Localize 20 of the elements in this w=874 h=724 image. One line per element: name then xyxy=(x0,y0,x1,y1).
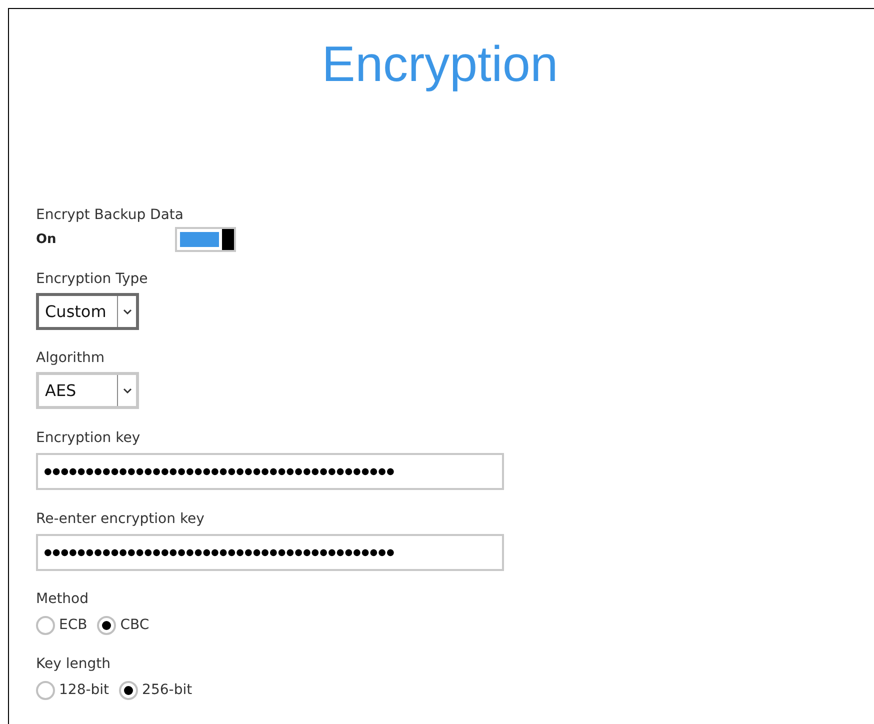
radio-option[interactable]: 256-bit xyxy=(119,680,192,701)
toggle-state-text: On xyxy=(36,230,58,249)
chevron-down-icon xyxy=(122,308,132,314)
chevron-down-icon xyxy=(122,388,132,394)
field-label: Encryption key xyxy=(36,429,140,448)
field-label: Key length xyxy=(36,655,110,674)
password-field[interactable]: ●●●●●●●●●●●●●●●●●●●●●●●●●●●●●●●●●●●●●●●●●● xyxy=(36,534,504,571)
radio-option[interactable]: CBC xyxy=(97,615,150,636)
toggle-switch[interactable] xyxy=(175,227,236,252)
password-field[interactable]: ●●●●●●●●●●●●●●●●●●●●●●●●●●●●●●●●●●●●●●●●●● xyxy=(36,453,504,490)
field-label: Encryption Type xyxy=(36,270,148,289)
radio-option[interactable]: ECB xyxy=(36,615,88,636)
field-label: Re-enter encryption key xyxy=(36,510,204,529)
dropdown[interactable]: Custom xyxy=(36,293,139,330)
dropdown[interactable]: AES xyxy=(36,372,139,409)
field-label: Algorithm xyxy=(36,349,105,368)
field-label: Encrypt Backup Data xyxy=(36,206,184,225)
page-title: Encryption xyxy=(322,35,558,94)
radio-option[interactable]: 128-bit xyxy=(36,680,110,701)
field-label: Method xyxy=(36,590,89,609)
